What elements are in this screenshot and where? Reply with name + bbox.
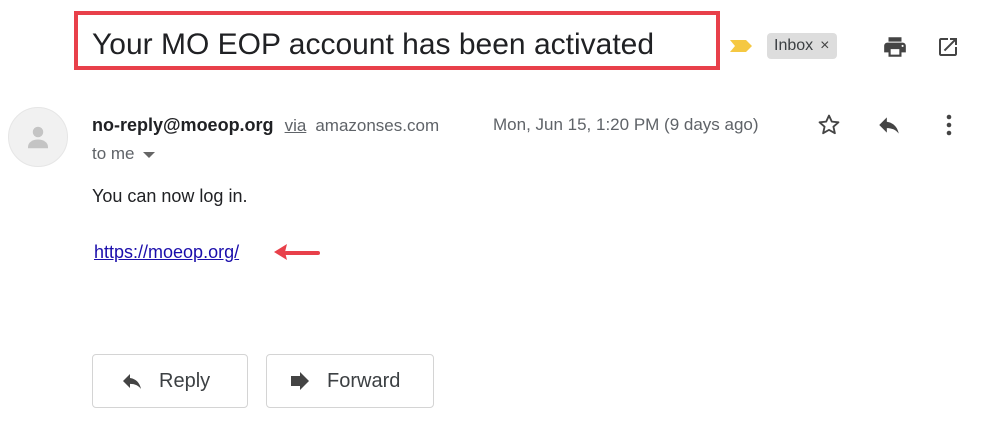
reply-icon-button[interactable] — [872, 109, 906, 141]
reply-button[interactable]: Reply — [92, 354, 248, 408]
star-button[interactable] — [813, 109, 845, 141]
annotation-arrow-icon — [274, 244, 320, 260]
recipient-line[interactable]: to me — [92, 143, 155, 165]
message-date[interactable]: Mon, Jun 15, 1:20 PM (9 days ago) — [493, 113, 759, 137]
person-icon — [28, 126, 48, 149]
reply-icon — [879, 117, 899, 134]
via-domain: amazonses.com — [315, 116, 440, 135]
sender-avatar[interactable] — [8, 107, 68, 167]
importance-marker-icon[interactable] — [728, 38, 754, 54]
forward-icon — [291, 372, 309, 390]
reply-button-label: Reply — [159, 369, 211, 392]
message-body-text: You can now log in. — [92, 186, 248, 206]
open-in-new-window-button[interactable] — [931, 30, 965, 64]
more-vertical-icon — [946, 114, 952, 136]
star-icon — [818, 114, 840, 135]
sender-line: no-reply@moeop.org via amazonses.com — [92, 113, 439, 138]
recipient-text: to me — [92, 144, 135, 163]
open-in-new-window-icon — [939, 38, 957, 56]
reply-icon — [123, 374, 141, 389]
forward-button[interactable]: Forward — [266, 354, 434, 408]
print-button[interactable] — [878, 30, 912, 64]
activation-link[interactable]: https://moeop.org/ — [94, 240, 239, 264]
via-link[interactable]: via — [285, 116, 307, 135]
label-chip-inbox: Inbox × — [767, 33, 838, 59]
print-icon — [884, 37, 906, 57]
caret-down-icon[interactable] — [142, 152, 155, 158]
email-subject: Your MO EOP account has been activated — [92, 28, 655, 61]
more-options-button[interactable] — [934, 109, 964, 141]
label-chip-text: Inbox — [774, 37, 814, 54]
remove-label-icon[interactable]: × — [820, 38, 829, 54]
forward-button-label: Forward — [327, 369, 401, 392]
sender-email[interactable]: no-reply@moeop.org — [92, 115, 274, 135]
